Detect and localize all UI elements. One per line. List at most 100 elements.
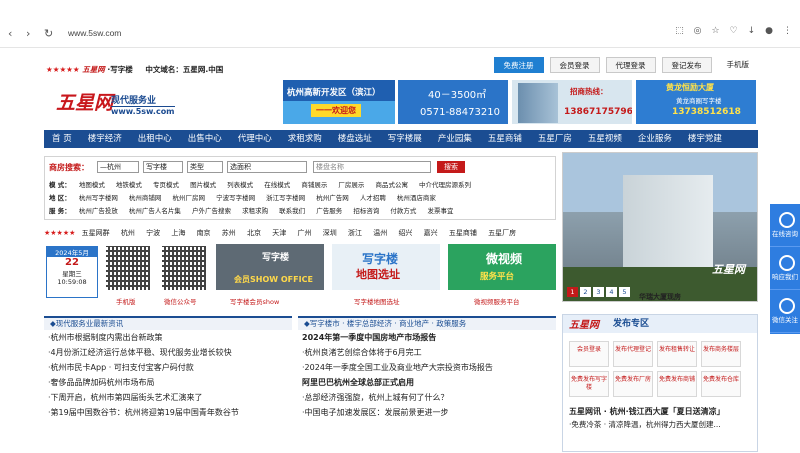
service-link[interactable]: 广告服务 <box>316 207 342 215</box>
city-link[interactable]: 南京 <box>197 229 211 237</box>
mode-link[interactable]: 商铺展示 <box>301 181 327 189</box>
nav-home[interactable]: 首 页 <box>44 130 80 148</box>
region-link[interactable]: 宁波写字楼网 <box>216 194 255 202</box>
area-select[interactable]: 选面积 <box>227 161 307 173</box>
wechat-follow-button[interactable]: 微信关注 <box>770 290 800 333</box>
city-link[interactable]: 五星网群 <box>82 229 110 237</box>
profile-icon[interactable]: ● <box>765 26 773 36</box>
agent-login-button[interactable]: 代理登录 <box>605 57 656 73</box>
region-link[interactable]: 杭州酒店商家 <box>397 194 436 202</box>
publish-cell[interactable]: 会员登录 <box>569 341 609 367</box>
service-link[interactable]: 杭州广告投放 <box>79 207 118 215</box>
region-link[interactable]: 杭州商铺网 <box>129 194 162 202</box>
service-link[interactable]: 联系我们 <box>279 207 305 215</box>
news-item[interactable]: ·总部经济强强旋，杭州上城有何了什么？ <box>298 390 556 405</box>
category-select[interactable]: 类型 <box>187 161 223 173</box>
news-item[interactable]: ·奢侈品品牌加码杭州市场布局 <box>44 375 292 390</box>
nav-rent[interactable]: 出租中心 <box>130 130 180 148</box>
nav-sale[interactable]: 出售中心 <box>180 130 230 148</box>
region-link[interactable]: 浙江写字楼网 <box>266 194 305 202</box>
city-link[interactable]: 温州 <box>373 229 387 237</box>
mode-link[interactable]: 商品式公寓 <box>375 181 408 189</box>
city-link[interactable]: 天津 <box>272 229 286 237</box>
nav-video[interactable]: 五星视频 <box>580 130 630 148</box>
nav-agent[interactable]: 代理中心 <box>230 130 280 148</box>
city-select[interactable]: —杭州 <box>97 161 139 173</box>
nav-economy[interactable]: 楼宇经济 <box>80 130 130 148</box>
mode-link[interactable]: 图片模式 <box>190 181 216 189</box>
service-link[interactable]: 户外广告搜索 <box>192 207 231 215</box>
ad-banner-4[interactable]: 黄龙恒励大厦 黄龙商圈写字楼 13738512618 <box>636 80 756 124</box>
region-link[interactable]: 杭州写字楼网 <box>79 194 118 202</box>
menu-icon[interactable]: ⋮ <box>783 26 792 36</box>
news-item[interactable]: ·2024年一季度全国工业及商业地产大宗投资市场报告 <box>298 360 556 375</box>
service-link[interactable]: 付款方式 <box>390 207 416 215</box>
mode-link[interactable]: 列表模式 <box>227 181 253 189</box>
mobile-qr-label[interactable]: 手机版 <box>116 296 136 306</box>
nav-industry[interactable]: 产业园集 <box>430 130 480 148</box>
star-icon[interactable]: ☆ <box>711 26 719 36</box>
service-link[interactable]: 求租求购 <box>242 207 268 215</box>
news-item[interactable]: ·第19届中国数谷节：杭州将迎第19届中国青年数谷节 <box>44 405 292 420</box>
mode-link[interactable]: 专页模式 <box>153 181 179 189</box>
back-icon[interactable]: ‹ <box>8 27 12 40</box>
camera-icon[interactable]: ◎ <box>694 26 702 36</box>
publish-cell[interactable]: 发布代理登记 <box>613 341 653 367</box>
post-button[interactable]: 登记发布 <box>661 57 712 73</box>
ad-banner-1[interactable]: 杭州高新开发区（滨江） 一一欢迎您 <box>283 80 395 124</box>
mode-link[interactable]: 在线模式 <box>264 181 290 189</box>
city-link[interactable]: 浙江 <box>348 229 362 237</box>
city-link[interactable]: 嘉兴 <box>424 229 438 237</box>
city-link[interactable]: 苏州 <box>222 229 236 237</box>
ad-banner-3[interactable]: 招商热线： 13867175796 <box>512 80 632 124</box>
mobile-link[interactable]: 手机版 <box>718 57 759 73</box>
contact-button[interactable]: 响应我们 <box>770 247 800 290</box>
nav-wanted[interactable]: 求租求购 <box>280 130 330 148</box>
service-link[interactable]: 发票事宜 <box>427 207 453 215</box>
publish-news-title[interactable]: 五星网讯 · 杭州·钱江西大厦「夏日送清凉」 <box>563 405 757 418</box>
publish-cell[interactable]: 免费发布商铺 <box>657 371 697 397</box>
screenshot-icon[interactable]: ⬚ <box>675 26 684 36</box>
publish-cell[interactable]: 免费发布仓库 <box>701 371 741 397</box>
online-consult-button[interactable]: 在线咨询 <box>770 204 800 247</box>
city-link[interactable]: 广州 <box>298 229 312 237</box>
service-link[interactable]: 招标咨询 <box>353 207 379 215</box>
city-link[interactable]: 杭州 <box>121 229 135 237</box>
publish-news-line[interactable]: ·免费冷茶 · 清凉降温，杭州得力西大厦创建... <box>563 418 757 431</box>
address-bar[interactable]: www.5sw.com <box>68 28 121 38</box>
video-banner[interactable]: 微视频 服务平台 <box>448 244 556 290</box>
slide-caption[interactable]: 华瑞大厦现房 <box>562 292 758 302</box>
publish-cell[interactable]: 免费发布写字楼 <box>569 371 609 397</box>
nav-factory[interactable]: 五星厂房 <box>530 130 580 148</box>
map-site-banner[interactable]: 写字楼 地图选址 <box>332 244 440 290</box>
mode-link[interactable]: 地图模式 <box>79 181 105 189</box>
nav-shops[interactable]: 五星商铺 <box>480 130 530 148</box>
site-logo[interactable]: 五星网 现代服务业 www.5sw.com <box>56 88 176 120</box>
ad-banner-2[interactable]: 40－3500㎡ 0571-88473210 <box>398 80 508 124</box>
city-link[interactable]: 上海 <box>171 229 185 237</box>
search-button[interactable]: 搜索 <box>437 161 465 173</box>
mode-link[interactable]: 地铁模式 <box>116 181 142 189</box>
office-show-banner[interactable]: 写字楼 会员SHOW OFFICE <box>216 244 324 290</box>
nav-services[interactable]: 企业服务 <box>630 130 680 148</box>
news-item[interactable]: ·4月份浙江经济运行总体平稳、现代服务业增长较快 <box>44 345 292 360</box>
city-link[interactable]: 绍兴 <box>398 229 412 237</box>
slideshow[interactable]: 五星网 1 2 3 4 5 <box>562 152 758 302</box>
download-icon[interactable]: ↓ <box>748 26 756 36</box>
news-item[interactable]: ·杭州良渚艺创综合体将于6月完工 <box>298 345 556 360</box>
nav-office-show[interactable]: 写字楼展 <box>380 130 430 148</box>
city-link[interactable]: 北京 <box>247 229 261 237</box>
wechat-qr-label[interactable]: 微信公众号 <box>164 296 197 306</box>
publish-cell[interactable]: 发布商务楼层 <box>701 341 741 367</box>
news-item[interactable]: ·杭州市民卡App · 可扫支付宝客户码付款 <box>44 360 292 375</box>
nav-party[interactable]: 楼宇党建 <box>680 130 730 148</box>
news-item[interactable]: 2024年第一季度中国房地产市场报告 <box>298 330 556 345</box>
publish-cell[interactable]: 免费发布厂房 <box>613 371 653 397</box>
city-link[interactable]: 五星厂房 <box>488 229 516 237</box>
banner2-caption[interactable]: 写字楼地图选址 <box>354 296 400 306</box>
mode-link[interactable]: 中介代理房源系列 <box>419 181 471 189</box>
register-button[interactable]: 免费注册 <box>493 57 544 73</box>
reload-icon[interactable]: ↻ <box>44 27 53 40</box>
news-item[interactable]: ·杭州市根据制度内需出台新政策 <box>44 330 292 345</box>
city-link[interactable]: 五星商铺 <box>449 229 477 237</box>
